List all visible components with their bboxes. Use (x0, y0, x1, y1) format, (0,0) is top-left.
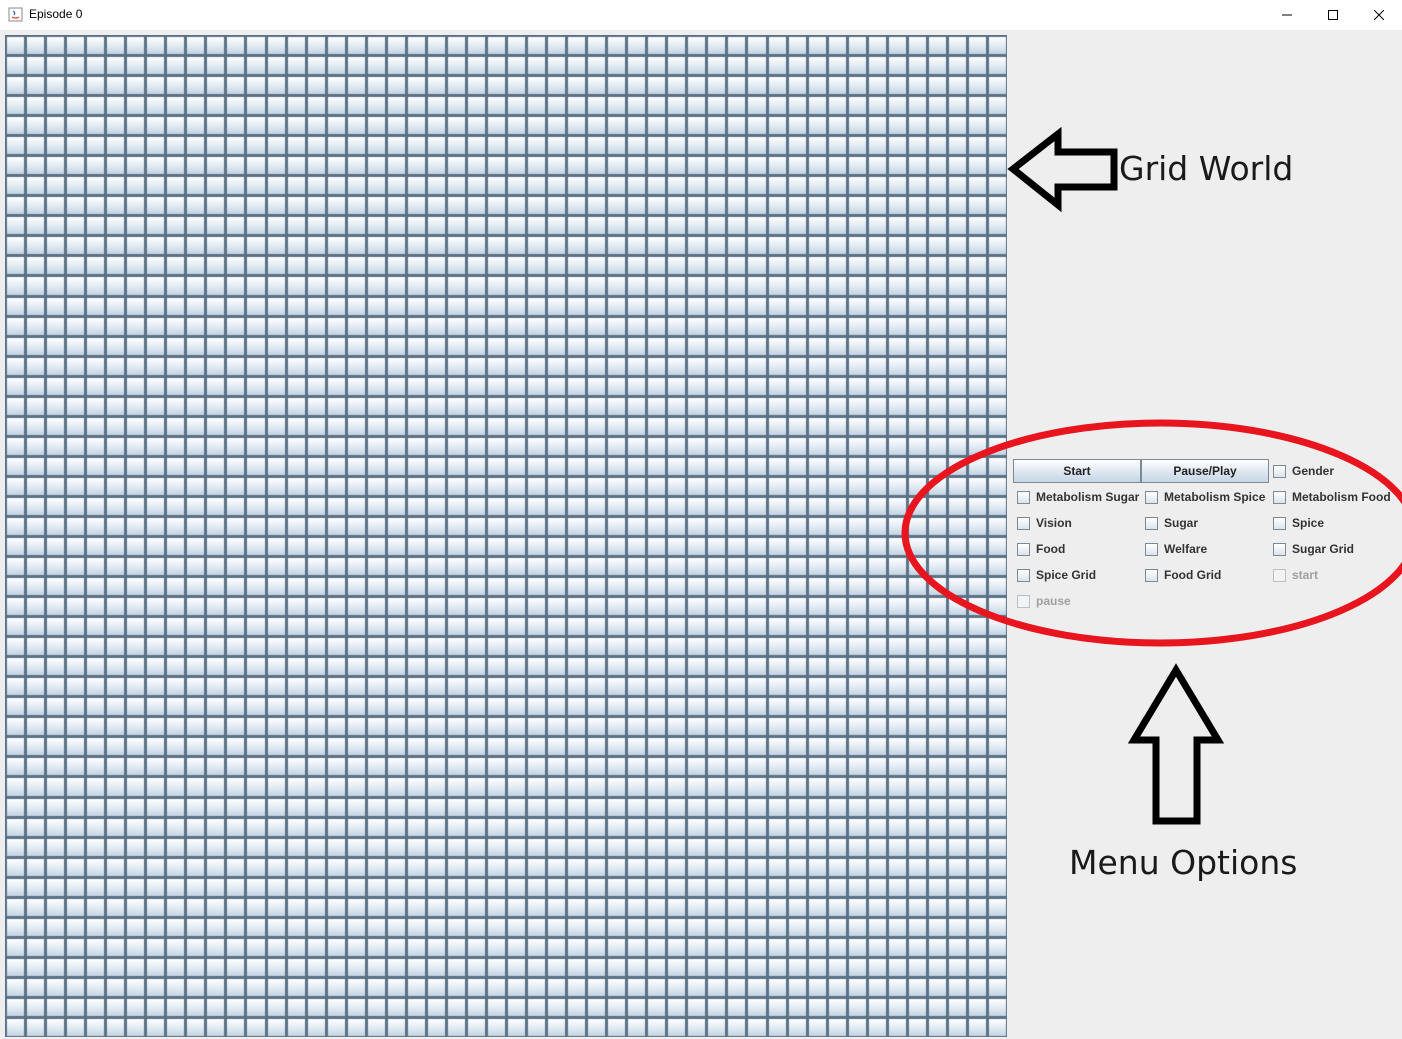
highlight-ellipse (901, 419, 1402, 647)
up-arrow-icon (1127, 663, 1225, 825)
menu-options-annotation: Menu Options (1069, 843, 1298, 882)
grid-world-annotation: Grid World (1119, 149, 1294, 188)
left-arrow-icon (1007, 126, 1118, 213)
